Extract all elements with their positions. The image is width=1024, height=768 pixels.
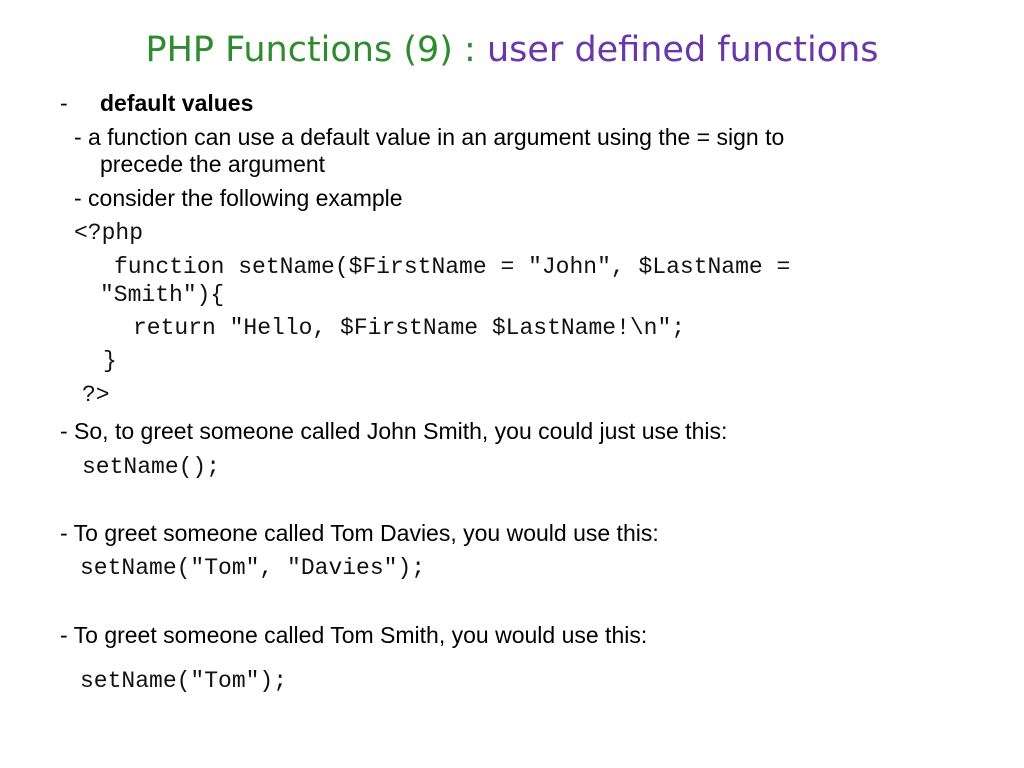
description-line-1: - a function can use a default value in …: [74, 124, 785, 150]
example-2-code: setName("Tom", "Davies");: [80, 555, 426, 581]
code-function-line-2: "Smith"){: [100, 282, 225, 308]
description-line-2: - consider the following example: [74, 185, 403, 211]
code-close-brace: }: [103, 348, 117, 374]
slide-title: PHP Functions (9) : user defined functio…: [0, 30, 1024, 70]
slide-title-main: PHP Functions (9) :: [145, 30, 487, 70]
heading-dash: -: [60, 90, 68, 116]
example-3-code: setName("Tom");: [80, 668, 288, 694]
example-1-code: setName();: [82, 454, 221, 480]
code-close-tag: ?>: [82, 382, 110, 408]
example-2-text: - To greet someone called Tom Davies, yo…: [60, 520, 659, 546]
example-3-text: - To greet someone called Tom Smith, you…: [60, 622, 648, 648]
slide-title-sub: user defined functions: [486, 30, 879, 70]
code-return-line: return "Hello, $FirstName $LastName!\n";: [133, 315, 686, 341]
description-line-1-continued: precede the argument: [100, 151, 326, 177]
example-1-text: - So, to greet someone called John Smith…: [60, 418, 728, 444]
heading-default-values: default values: [100, 90, 254, 116]
code-open-tag: <?php: [74, 220, 144, 246]
code-function-line-1: function setName($FirstName = "John", $L…: [114, 254, 791, 280]
